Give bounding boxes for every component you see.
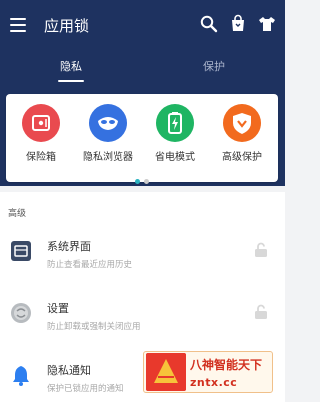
safe-icon — [22, 104, 60, 142]
search-icon[interactable] — [199, 14, 219, 34]
carousel-dot[interactable] — [144, 179, 149, 184]
item-subtitle: 保护已锁应用的通知 — [47, 384, 124, 394]
watermark-text: 八神智能天下 — [190, 358, 263, 372]
bag-icon[interactable] — [228, 14, 248, 34]
feature-label: 隐私浏览器 — [83, 152, 133, 163]
item-title: 系统界面 — [47, 240, 91, 253]
feature-private-browser[interactable]: 隐私浏览器 — [75, 104, 141, 163]
bell-icon — [13, 366, 29, 386]
list-item-settings[interactable]: 设置 防止卸载或强制关闭应用 — [0, 288, 285, 344]
battery-icon — [156, 104, 194, 142]
tab-privacy[interactable]: 隐私 — [0, 58, 142, 74]
feature-label: 保险箱 — [26, 152, 56, 163]
feature-label: 省电模式 — [155, 152, 195, 163]
item-subtitle: 防止卸载或强制关闭应用 — [47, 322, 141, 332]
item-title: 隐私通知 — [47, 364, 91, 377]
item-subtitle: 防止查看最近应用历史 — [47, 260, 133, 270]
feature-label: 高级保护 — [222, 152, 262, 163]
carousel-indicator — [6, 169, 278, 188]
tab-protection[interactable]: 保护 — [143, 58, 285, 74]
mask-icon — [89, 104, 127, 142]
recent-apps-icon — [11, 241, 31, 261]
shield-icon — [223, 104, 261, 142]
watermark-url: zntx.cc — [190, 376, 238, 389]
watermark-logo — [146, 353, 186, 391]
app-title: 应用锁 — [44, 17, 90, 35]
feature-advanced-protection[interactable]: 高级保护 — [209, 104, 275, 163]
feature-safe[interactable]: 保险箱 — [8, 104, 74, 163]
unlocked-icon[interactable] — [254, 304, 268, 320]
settings-icon — [11, 303, 31, 323]
list-item-system-ui[interactable]: 系统界面 防止查看最近应用历史 — [0, 226, 285, 282]
feature-power-saving[interactable]: 省电模式 — [142, 104, 208, 163]
menu-icon[interactable] — [10, 18, 26, 32]
section-header: 高级 — [8, 209, 27, 219]
tab-bar: 隐私 保护 — [0, 58, 285, 84]
watermark: 八神智能天下 zntx.cc — [143, 351, 273, 393]
feature-card: 保险箱 隐私浏览器 省电模式 高级保护 — [6, 94, 278, 184]
shirt-icon[interactable] — [257, 14, 277, 34]
unlocked-icon[interactable] — [254, 242, 268, 258]
carousel-dot-active[interactable] — [135, 179, 140, 184]
active-tab-indicator — [58, 80, 84, 82]
item-title: 设置 — [47, 302, 69, 315]
